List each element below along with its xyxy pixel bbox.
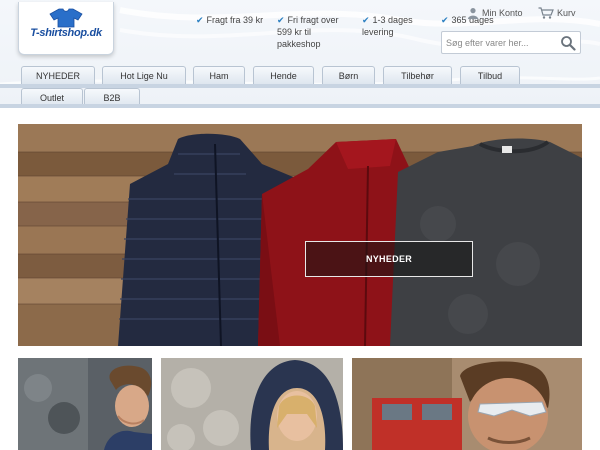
tshirt-icon	[49, 8, 83, 28]
check-icon: ✔	[277, 15, 285, 25]
tile-image-man-with-sunglasses	[352, 358, 582, 450]
site-logo[interactable]: T-shirtshop.dk	[18, 2, 114, 55]
usp-delivery-time: ✔ 1-3 dages levering	[362, 14, 426, 38]
account-label: Min Konto	[482, 8, 523, 18]
search-box	[441, 31, 581, 54]
check-icon: ✔	[196, 15, 204, 25]
tab-hende[interactable]: Hende	[253, 66, 314, 85]
cart-icon	[538, 7, 554, 19]
usp-free-shipping: ✔ Fri fragt over 599 kr til pakkeshop	[277, 14, 353, 50]
tab-ham[interactable]: Ham	[193, 66, 245, 85]
nav-divider	[0, 104, 600, 108]
usp-shipping-price: ✔ Fragt fra 39 kr	[196, 14, 263, 26]
account-link[interactable]: Min Konto	[467, 7, 523, 19]
tab-born[interactable]: Børn	[322, 66, 375, 85]
tab-tilbud[interactable]: Tilbud	[460, 66, 520, 85]
tab-hot-lige-nu[interactable]: Hot Lige Nu	[102, 66, 186, 85]
category-tile-2[interactable]	[161, 358, 343, 450]
category-tile-1[interactable]	[18, 358, 152, 450]
hero-image	[18, 124, 582, 346]
logo-text: T-shirtshop.dk	[30, 27, 102, 39]
site-header: T-shirtshop.dk ✔ Fragt fra 39 kr ✔ Fri fra…	[0, 0, 600, 108]
hero-nyheder-button[interactable]: NYHEDER	[305, 241, 473, 277]
cart-label: Kurv	[557, 8, 576, 18]
check-icon: ✔	[441, 15, 449, 25]
usp-text: Fri fragt over 599 kr til pakkeshop	[277, 15, 339, 49]
user-icon	[468, 8, 478, 19]
hero-banner[interactable]: NYHEDER	[18, 124, 582, 346]
cart-link[interactable]: Kurv	[538, 7, 576, 19]
usp-text: Fragt fra 39 kr	[206, 15, 264, 25]
search-icon[interactable]	[560, 35, 576, 51]
tile-image-man-in-jacket	[18, 358, 152, 450]
tab-tilbehor[interactable]: Tilbehør	[383, 66, 452, 85]
tile-image-woman-in-hoodie	[161, 358, 343, 450]
search-input[interactable]	[446, 35, 558, 50]
check-icon: ✔	[362, 15, 370, 25]
category-tile-3[interactable]	[352, 358, 582, 450]
tab-nyheder[interactable]: NYHEDER	[21, 66, 95, 85]
